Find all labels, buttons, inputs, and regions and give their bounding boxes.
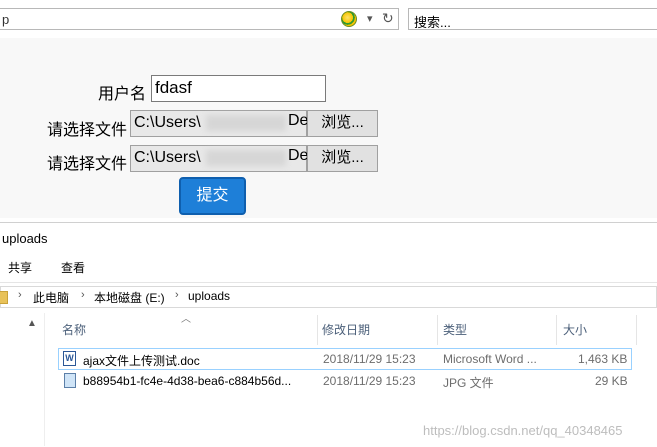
folder-icon: [0, 291, 8, 304]
column-divider[interactable]: [317, 315, 318, 345]
column-name[interactable]: 名称: [62, 321, 86, 338]
dropdown-arrow-icon[interactable]: ▾: [367, 12, 373, 25]
column-type[interactable]: 类型: [443, 321, 467, 338]
redacted-blur: [206, 115, 286, 131]
browse-button-2[interactable]: 浏览...: [307, 145, 378, 172]
breadcrumb-this-pc[interactable]: 此电脑: [33, 289, 69, 306]
file-size: 29 KB: [595, 374, 628, 388]
file-label-1: 请选择文件: [47, 122, 128, 139]
breadcrumb-local-disk[interactable]: 本地磁盘 (E:): [94, 289, 165, 306]
column-date[interactable]: 修改日期: [322, 321, 370, 338]
ribbon-divider: [0, 282, 657, 283]
breadcrumb-uploads[interactable]: uploads: [188, 289, 230, 303]
file-path-end: De: [288, 112, 309, 129]
chevron-right-icon[interactable]: ›: [175, 289, 179, 301]
file-path-end: De: [288, 147, 309, 164]
column-divider[interactable]: [636, 315, 637, 345]
file-label-2: 请选择文件: [47, 156, 128, 173]
navigation-pane[interactable]: [0, 313, 45, 446]
address-bar[interactable]: [0, 8, 399, 30]
address-text: p: [2, 12, 10, 27]
file-type: Microsoft Word ...: [443, 352, 537, 366]
file-date: 2018/11/29 15:23: [323, 352, 416, 366]
username-input[interactable]: fdasf: [151, 75, 326, 102]
file-name[interactable]: b88954b1-fc4e-4d38-bea6-c884b56d...: [83, 374, 291, 388]
scroll-up-icon[interactable]: ▲: [27, 318, 37, 329]
file-date: 2018/11/29 15:23: [323, 374, 416, 388]
column-size[interactable]: 大小: [563, 321, 587, 338]
browse-button-1[interactable]: 浏览...: [307, 110, 378, 137]
file-type: JPG 文件: [443, 376, 494, 390]
jpg-file-icon: [64, 373, 76, 388]
file-path-start: C:\Users\: [134, 114, 201, 131]
file-size: 1,463 KB: [578, 352, 628, 366]
window-title: uploads: [2, 231, 48, 246]
file-name[interactable]: ajax文件上传测试.doc: [83, 352, 200, 369]
redacted-blur: [206, 150, 286, 166]
file-path-start: C:\Users\: [134, 149, 201, 166]
chevron-right-icon[interactable]: ›: [18, 289, 22, 301]
chevron-right-icon[interactable]: ›: [81, 289, 85, 301]
column-divider[interactable]: [556, 315, 557, 345]
ribbon-tab-share[interactable]: 共享: [8, 259, 32, 276]
column-divider[interactable]: [437, 315, 438, 345]
submit-button[interactable]: 提交: [179, 177, 246, 215]
ribbon-tab-view[interactable]: 查看: [61, 259, 85, 276]
word-doc-icon: W: [63, 351, 76, 366]
search-placeholder: 搜索...: [414, 15, 451, 30]
refresh-icon[interactable]: ↻: [382, 10, 394, 27]
sort-caret-icon: ︿: [181, 314, 191, 325]
username-label: 用户名: [98, 86, 147, 103]
watermark: https://blog.csdn.net/qq_40348465: [423, 423, 623, 438]
compatibility-icon[interactable]: [341, 11, 357, 27]
